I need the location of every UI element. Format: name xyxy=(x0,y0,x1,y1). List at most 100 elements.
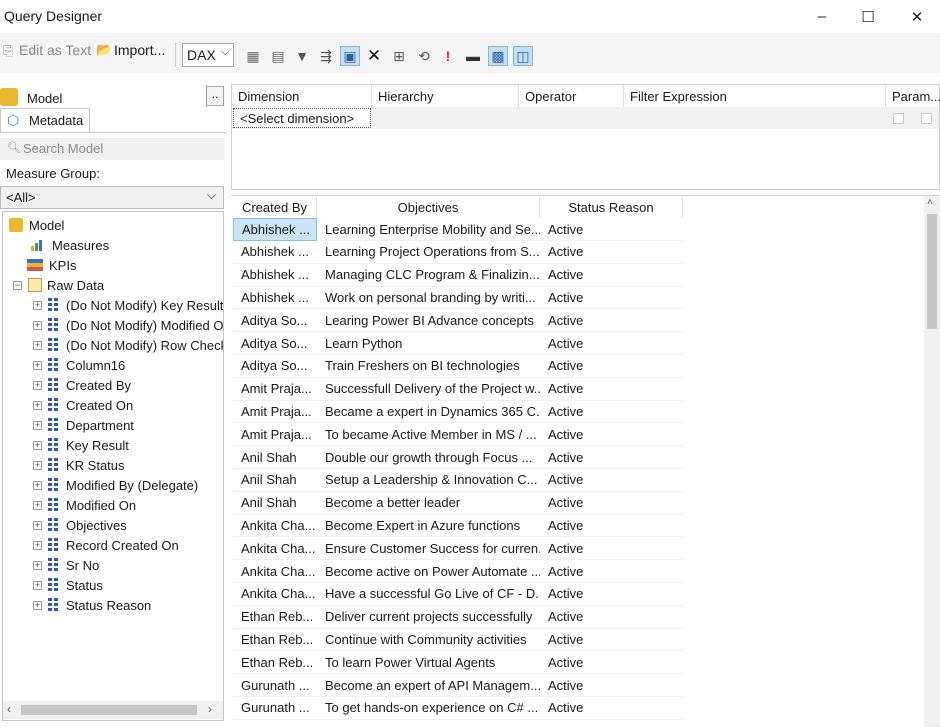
tree-item-column[interactable]: + Sr No xyxy=(33,555,99,575)
tree-item-kpis[interactable]: KPIs xyxy=(27,255,76,275)
column-header-filter-expression[interactable]: Filter Expression xyxy=(624,85,886,107)
vertical-scrollbar[interactable]: ˄ xyxy=(924,196,940,727)
cell-status-reason[interactable]: Active xyxy=(540,446,683,469)
column-header-dimension[interactable]: Dimension xyxy=(232,85,372,107)
language-select[interactable]: DAX ⌵ xyxy=(182,43,234,67)
expand-icon[interactable]: + xyxy=(33,420,42,430)
cell-status-reason[interactable]: Active xyxy=(540,241,683,264)
scrollbar-thumb[interactable] xyxy=(21,705,197,715)
model-tree[interactable]: Model Measures KPIs − Raw Data + (Do Not … xyxy=(2,211,224,721)
cell-status-reason[interactable]: Active xyxy=(540,583,683,606)
expand-icon[interactable]: + xyxy=(33,460,42,470)
cell-status-reason[interactable]: Active xyxy=(540,309,683,333)
expand-icon[interactable]: + xyxy=(33,360,42,370)
column-header-objectives[interactable]: Objectives xyxy=(317,197,540,218)
cell-objectives[interactable]: Deliver current projects successfully xyxy=(317,606,540,629)
cell-objectives[interactable]: Learn Python xyxy=(317,332,540,355)
import-button[interactable]: Import... xyxy=(114,42,165,58)
expand-icon[interactable]: + xyxy=(33,440,42,450)
tree-item-column[interactable]: + Created On xyxy=(33,395,133,415)
cell-created-by[interactable]: Aditya So... xyxy=(233,355,317,378)
column-header-parameters[interactable]: Param... xyxy=(886,85,940,107)
expand-icon[interactable]: + xyxy=(33,560,42,570)
tree-item-column[interactable]: + (Do Not Modify) Row Checksum xyxy=(33,335,223,355)
column-header-created-by[interactable]: Created By xyxy=(233,197,317,218)
cell-status-reason[interactable]: Active xyxy=(540,423,683,447)
tree-item-raw-data[interactable]: − Raw Data xyxy=(13,275,104,295)
cell-objectives[interactable]: Become Expert in Azure functions xyxy=(317,514,540,538)
cell-objectives[interactable]: Learning Project Operations from S... xyxy=(317,241,540,264)
expand-icon[interactable]: + xyxy=(33,340,42,350)
scroll-up-icon[interactable]: ˄ xyxy=(927,197,933,208)
expand-icon[interactable]: + xyxy=(33,520,42,530)
tab-metadata[interactable]: ⬡ Metadata xyxy=(0,108,90,132)
auto-execute-icon[interactable]: ▩ xyxy=(488,46,508,66)
cell-status-reason[interactable]: Active xyxy=(540,606,683,629)
cell-status-reason[interactable]: Active xyxy=(540,378,683,401)
cell-created-by[interactable]: Aditya So... xyxy=(233,332,317,355)
expand-icon[interactable]: + xyxy=(33,600,42,610)
cell-status-reason[interactable]: Active xyxy=(540,514,683,538)
tree-item-column[interactable]: + KR Status xyxy=(33,455,125,475)
cell-status-reason[interactable]: Active xyxy=(540,628,683,652)
cell-created-by[interactable]: Amit Praja... xyxy=(233,400,317,424)
cell-status-reason[interactable]: Active xyxy=(540,651,683,675)
cell-created-by[interactable]: Aditya So... xyxy=(233,309,317,333)
scroll-right-icon[interactable]: › xyxy=(208,702,212,716)
cell-objectives[interactable]: Train Freshers on BI technologies xyxy=(317,355,540,378)
cell-objectives[interactable]: To learn Power Virtual Agents xyxy=(317,651,540,675)
cell-status-reason[interactable]: Active xyxy=(540,697,683,720)
cell-objectives[interactable]: Have a successful Go Live of CF - D... xyxy=(317,583,540,606)
cell-created-by[interactable]: Anil Shah xyxy=(233,446,317,469)
cell-objectives[interactable]: Setup a Leadership & Innovation C... xyxy=(317,469,540,492)
cell-status-reason[interactable]: Active xyxy=(540,264,683,287)
parameter-checkbox[interactable] xyxy=(921,113,932,124)
cell-created-by[interactable]: Amit Praja... xyxy=(233,378,317,401)
cell-created-by[interactable]: Abhishek ... xyxy=(233,241,317,264)
tree-root-model[interactable]: Model xyxy=(9,215,64,235)
cell-objectives[interactable]: Work on personal branding by writi... xyxy=(317,286,540,310)
exclamation-icon[interactable]: ! xyxy=(438,46,458,66)
expand-icon[interactable]: + xyxy=(33,500,42,510)
cell-status-reason[interactable]: Active xyxy=(540,286,683,310)
tree-item-column[interactable]: + Key Result xyxy=(33,435,129,455)
parameter-checkbox[interactable] xyxy=(893,113,904,124)
tree-item-column[interactable]: + Department xyxy=(33,415,134,435)
cell-created-by[interactable]: Ankita Cha... xyxy=(233,514,317,538)
edit-as-text-button[interactable]: Edit as Text xyxy=(19,42,91,58)
delete-icon[interactable]: ✕ xyxy=(364,46,384,66)
cell-status-reason[interactable]: Active xyxy=(540,218,683,241)
cell-status-reason[interactable]: Active xyxy=(540,332,683,355)
filter-icon[interactable]: ▼ xyxy=(292,46,312,66)
cell-objectives[interactable]: Continue with Community activities xyxy=(317,628,540,652)
cell-objectives[interactable]: Successfull Delivery of the Project w... xyxy=(317,378,540,401)
parameter-icon[interactable]: ⇶ xyxy=(316,46,336,66)
cell-created-by[interactable]: Ethan Reb... xyxy=(233,606,317,629)
tree-item-column[interactable]: + Status Reason xyxy=(33,595,151,615)
cell-created-by[interactable]: Abhishek ... xyxy=(233,264,317,287)
expand-icon[interactable]: + xyxy=(33,320,42,330)
cell-objectives[interactable]: Became a expert in Dynamics 365 C... xyxy=(317,400,540,424)
cell-objectives[interactable]: To became Active Member in MS / ... xyxy=(317,423,540,447)
scroll-left-icon[interactable]: ‹ xyxy=(7,702,11,716)
maximize-button[interactable]: ☐ xyxy=(845,0,891,33)
show-grid-icon[interactable]: ▣ xyxy=(340,46,360,66)
tree-item-column[interactable]: + Modified On xyxy=(33,495,136,515)
search-input[interactable]: 🔍︎ Search Model xyxy=(0,138,224,160)
cell-created-by[interactable]: Anil Shah xyxy=(233,469,317,492)
cell-objectives[interactable]: Ensure Customer Success for curren... xyxy=(317,537,540,561)
add-table-icon[interactable]: ▦ xyxy=(243,46,263,66)
expand-icon[interactable]: + xyxy=(33,380,42,390)
cell-created-by[interactable]: Ethan Reb... xyxy=(233,628,317,652)
cell-status-reason[interactable]: Active xyxy=(540,537,683,561)
cell-objectives[interactable]: Become active on Power Automate ... xyxy=(317,560,540,583)
horizontal-scrollbar[interactable]: ‹ › xyxy=(3,701,223,719)
scrollbar-thumb[interactable] xyxy=(927,214,937,329)
minimize-button[interactable]: – xyxy=(799,0,845,33)
select-dimension-cell[interactable]: <Select dimension> xyxy=(233,108,371,128)
cell-objectives[interactable]: Learning Enterprise Mobility and Se... xyxy=(317,218,540,241)
cell-created-by[interactable]: Ankita Cha... xyxy=(233,560,317,583)
tree-item-measures[interactable]: Measures xyxy=(31,235,109,255)
tree-item-column[interactable]: + (Do Not Modify) Key Result xyxy=(33,295,223,315)
column-header-hierarchy[interactable]: Hierarchy xyxy=(372,85,519,107)
